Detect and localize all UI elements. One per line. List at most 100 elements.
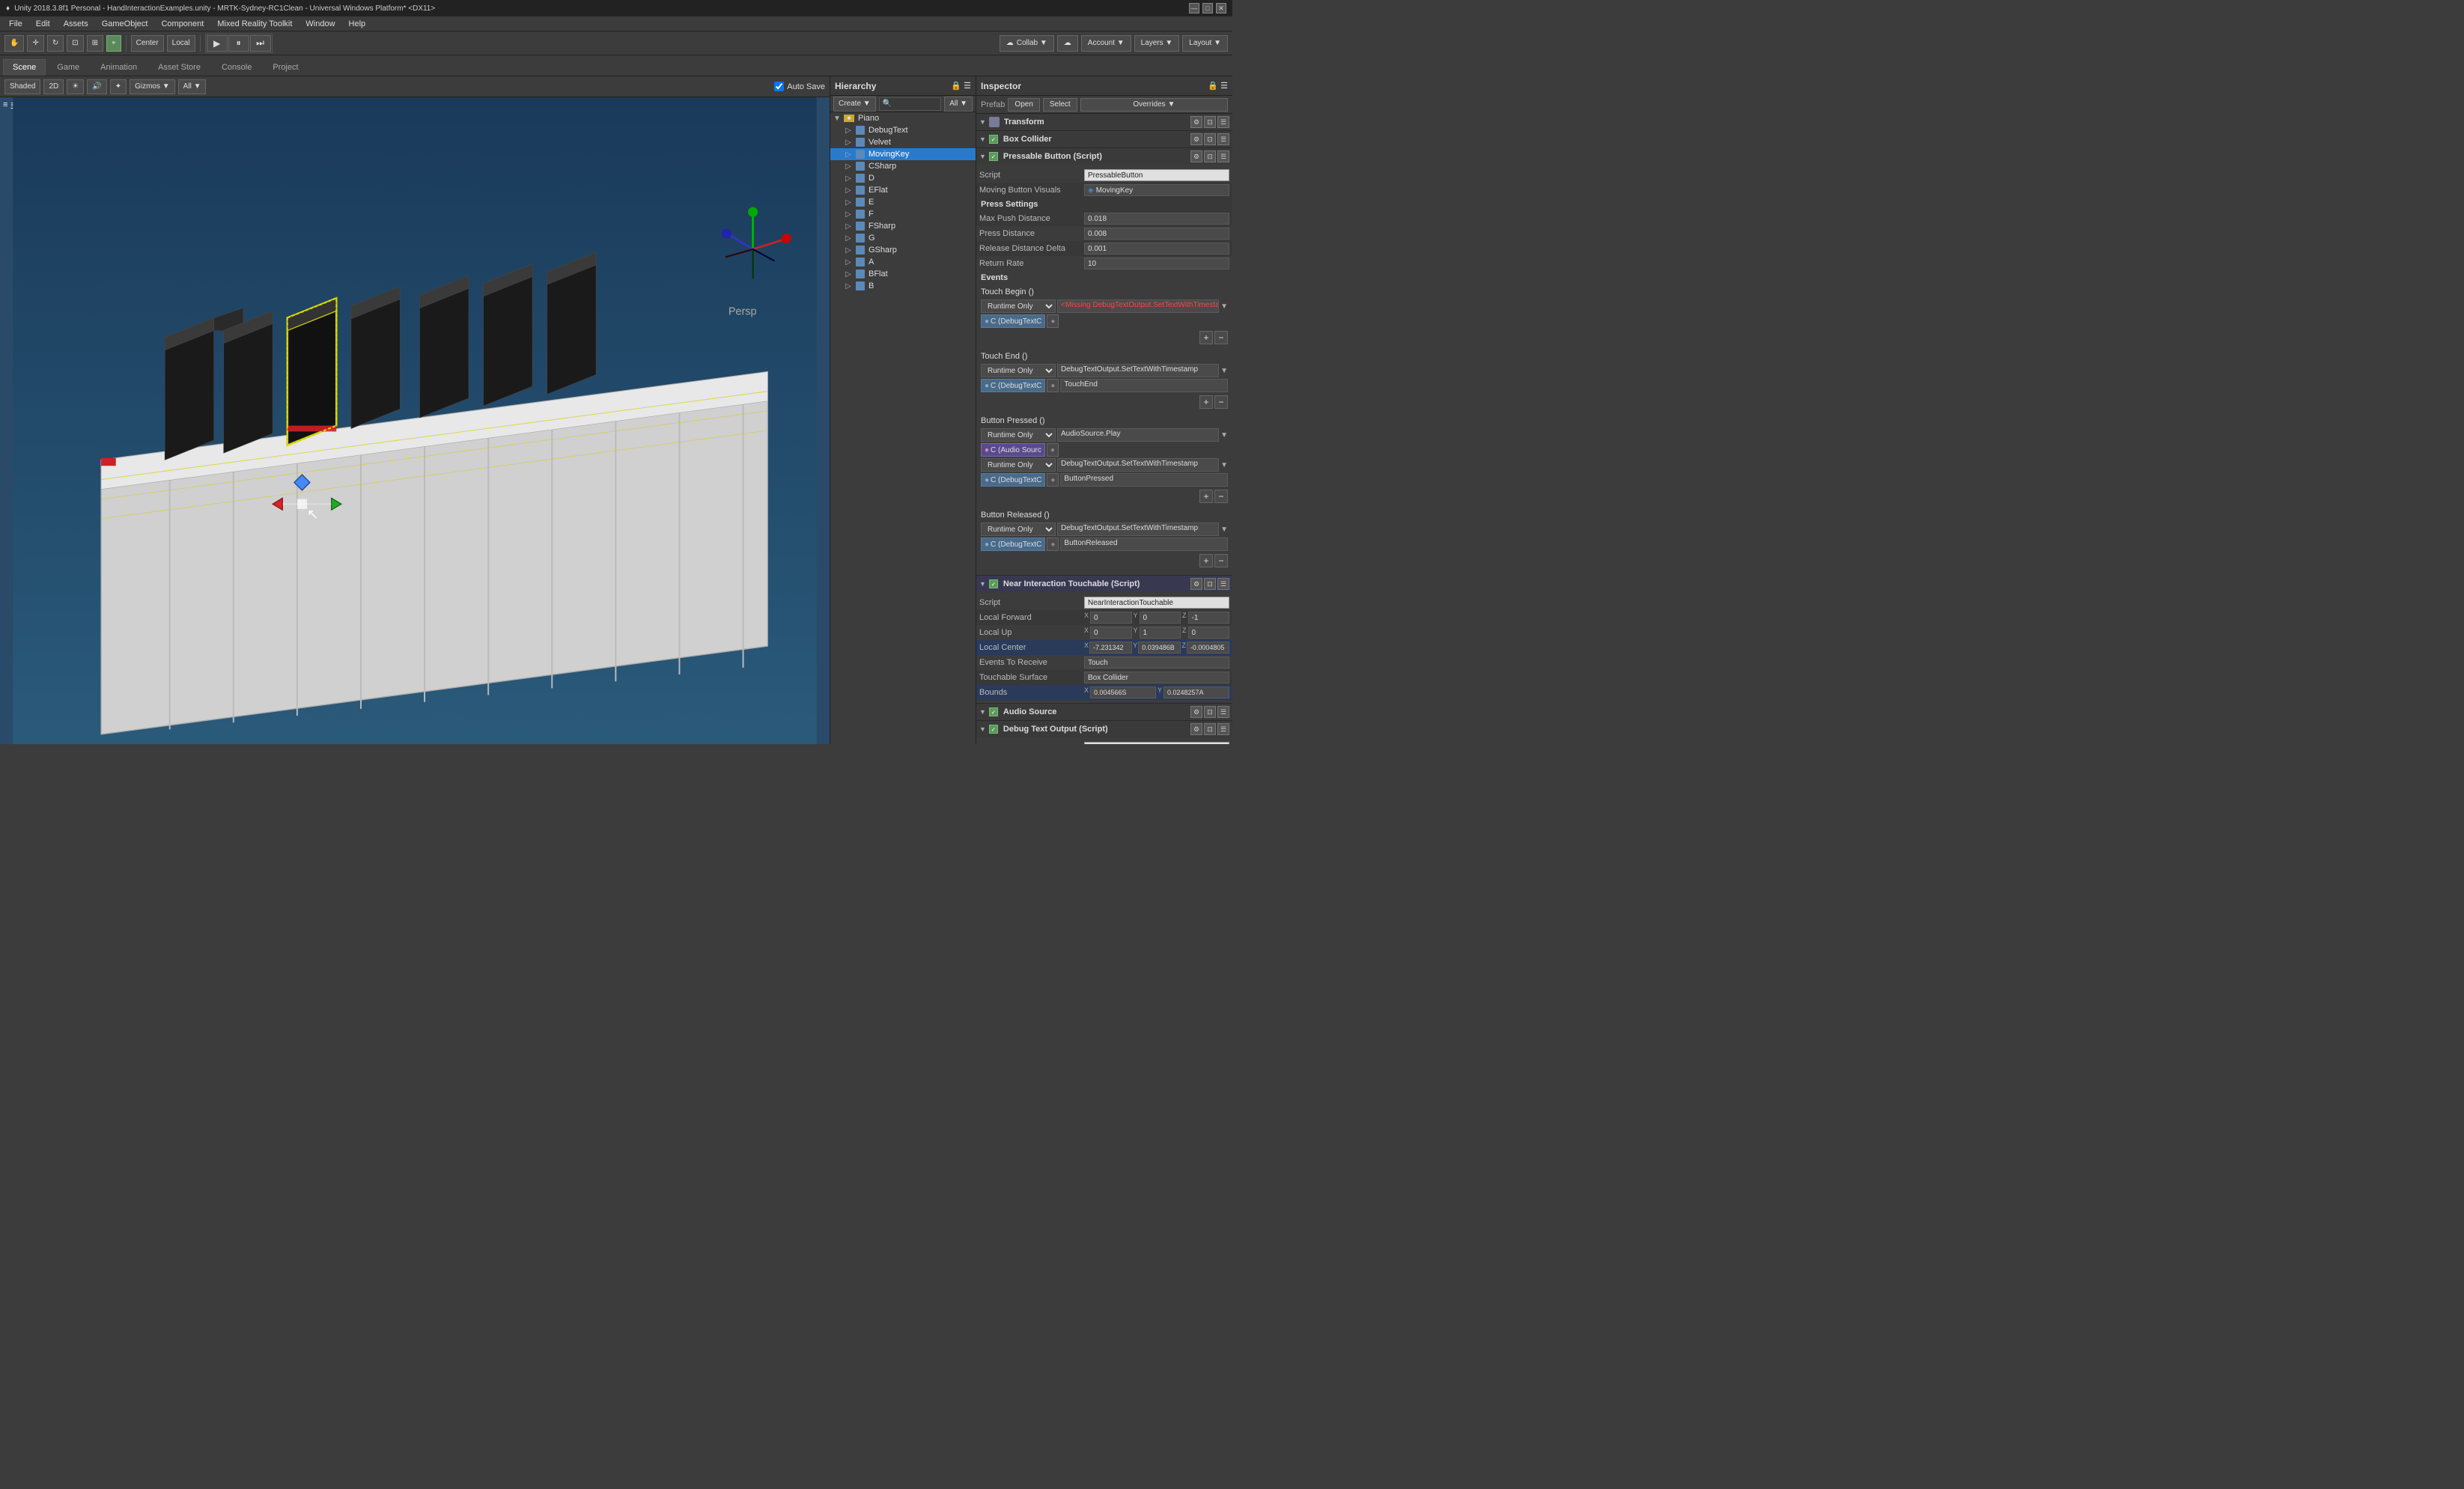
inspector-menu-icon[interactable]: ☰ [1220,81,1228,91]
br-arrow[interactable]: ▼ [1220,526,1228,534]
menu-help[interactable]: Help [343,18,372,30]
autosave-checkbox[interactable] [774,82,784,91]
hierarchy-item-a[interactable]: ▷ A [830,256,976,268]
ni-settings-icon[interactable]: ⚙ [1190,578,1202,590]
shaded-dropdown[interactable]: Shaded [4,79,40,94]
box-collider-checkbox[interactable]: ✓ [989,135,998,144]
touch-end-remove-btn[interactable]: − [1214,395,1228,409]
hierarchy-item-debugtext[interactable]: ▷ DebugText [830,124,976,136]
center-toggle[interactable]: Center [131,35,164,52]
maximize-button[interactable]: □ [1202,3,1213,13]
effects-button[interactable]: ✦ [110,79,127,94]
hierarchy-item-bflat[interactable]: ▷ BFlat [830,268,976,280]
ni-lf-x[interactable]: 0 [1090,612,1131,624]
br-circle-btn[interactable]: ● [1047,538,1059,551]
hand-tool[interactable]: ✋ [4,35,24,52]
menu-component[interactable]: Component [155,18,210,30]
bc-settings-icon[interactable]: ⚙ [1190,133,1202,145]
bp-object-2[interactable]: ● C (DebugTextC [981,473,1045,487]
hierarchy-item-g[interactable]: ▷ G [830,232,976,244]
dto-settings-icon[interactable]: ⚙ [1190,723,1202,735]
ni-lf-y[interactable]: 0 [1140,612,1181,624]
hierarchy-item-piano[interactable]: ▼ ■ Piano [830,112,976,124]
touch-begin-arrow-icon[interactable]: ▼ [1220,302,1228,311]
ni-lf-z[interactable]: -1 [1188,612,1229,624]
open-button[interactable]: Open [1008,98,1039,112]
transform-settings-icon[interactable]: ⚙ [1190,116,1202,128]
hierarchy-item-e[interactable]: ▷ E [830,196,976,208]
touch-begin-remove-btn[interactable]: − [1214,331,1228,344]
ni-lc-y[interactable]: 0.039486B [1138,642,1181,654]
as-expand-icon[interactable]: ⊡ [1204,706,1216,718]
return-rate-value[interactable]: 10 [1084,258,1229,270]
bp-circle-btn-1[interactable]: ● [1047,443,1059,457]
menu-mixed-reality[interactable]: Mixed Reality Toolkit [211,18,298,30]
bp-arrow-2[interactable]: ▼ [1220,461,1228,469]
br-object[interactable]: ● C (DebugTextC [981,538,1045,551]
account-dropdown[interactable]: Account ▼ [1081,35,1131,52]
all-dropdown[interactable]: All ▼ [178,79,207,94]
menu-window[interactable]: Window [299,18,341,30]
dto-checkbox[interactable]: ✓ [989,725,998,734]
hierarchy-item-f[interactable]: ▷ F [830,208,976,220]
touch-end-add-btn[interactable]: + [1199,395,1213,409]
collab-dropdown[interactable]: ☁ Collab ▼ [1000,35,1054,52]
2d-button[interactable]: 2D [43,79,64,94]
ni-checkbox[interactable]: ✓ [989,579,998,588]
touch-begin-runtime-select[interactable]: Runtime Only [981,299,1056,313]
dto-header[interactable]: ▼ ✓ Debug Text Output (Script) ⚙ ⊡ ☰ [976,721,1232,737]
bp-runtime-select-1[interactable]: Runtime Only [981,428,1056,442]
ni-lc-z[interactable]: -0.0004805 [1187,642,1229,654]
scale-tool[interactable]: ⊡ [67,35,83,52]
dto-expand-icon[interactable]: ⊡ [1204,723,1216,735]
create-button[interactable]: Create ▼ [833,97,876,112]
bc-menu-icon[interactable]: ☰ [1217,133,1229,145]
br-add-btn[interactable]: + [1199,554,1213,567]
hierarchy-search[interactable]: 🔍 [879,97,942,111]
menu-gameobject[interactable]: GameObject [96,18,154,30]
ni-lu-x[interactable]: 0 [1090,627,1131,639]
max-push-value[interactable]: 0.018 [1084,213,1229,225]
bp-circle-btn-2[interactable]: ● [1047,473,1059,487]
move-tool[interactable]: ✛ [27,35,43,52]
ni-script-value[interactable]: NearInteractionTouchable [1084,597,1229,609]
touch-begin-add-btn[interactable]: + [1199,331,1213,344]
ni-lc-x[interactable]: -7.231342 [1089,642,1132,654]
hierarchy-item-fsharp[interactable]: ▷ FSharp [830,220,976,232]
tab-animation[interactable]: Animation [91,59,147,76]
ni-lu-z[interactable]: 0 [1188,627,1229,639]
touch-end-arrow-icon[interactable]: ▼ [1220,367,1228,375]
touch-begin-object[interactable]: ● C (DebugTextC [981,314,1045,328]
hierarchy-item-velvet[interactable]: ▷ Velvet [830,136,976,148]
press-dist-value[interactable]: 0.008 [1084,228,1229,240]
touch-end-runtime-select[interactable]: Runtime Only [981,364,1056,377]
pb-settings-icon[interactable]: ⚙ [1190,150,1202,162]
scene-view[interactable]: ≡ ≡ Scenes > Piano 📢 📢 📢 📢 📢 📢 Debug Mes… [0,97,830,744]
as-menu-icon[interactable]: ☰ [1217,706,1229,718]
tab-game[interactable]: Game [47,59,89,76]
br-remove-btn[interactable]: − [1214,554,1228,567]
near-interaction-header[interactable]: ▼ ✓ Near Interaction Touchable (Script) … [976,576,1232,592]
gizmos-dropdown[interactable]: Gizmos ▼ [130,79,175,94]
ni-bounds-y[interactable]: 0.0248257A [1163,686,1229,698]
local-toggle[interactable]: Local [167,35,195,52]
transform-header[interactable]: ▼ Transform ⚙ ⊡ ☰ [976,114,1232,130]
bc-expand-icon[interactable]: ⊡ [1204,133,1216,145]
hierarchy-lock-icon[interactable]: 🔒 [951,81,961,91]
pb-expand-icon[interactable]: ⊡ [1204,150,1216,162]
menu-edit[interactable]: Edit [30,18,56,30]
play-button[interactable]: ▶ [207,35,228,52]
cloud-button[interactable]: ☁ [1057,35,1078,52]
audio-button[interactable]: 🔊 [87,79,106,94]
tab-scene[interactable]: Scene [3,59,46,76]
pressable-button-header[interactable]: ▼ ✓ Pressable Button (Script) ⚙ ⊡ ☰ [976,148,1232,165]
titlebar-controls[interactable]: — □ ✕ [1189,3,1226,13]
as-checkbox[interactable]: ✓ [989,707,998,716]
release-delta-value[interactable]: 0.001 [1084,243,1229,255]
bp-remove-btn[interactable]: − [1214,490,1228,503]
hierarchy-item-movingkey[interactable]: ▷ MovingKey [830,148,976,160]
hierarchy-item-eflat[interactable]: ▷ EFlat [830,184,976,196]
as-settings-icon[interactable]: ⚙ [1190,706,1202,718]
ni-lu-y[interactable]: 1 [1140,627,1181,639]
layout-dropdown[interactable]: Layout ▼ [1182,35,1228,52]
